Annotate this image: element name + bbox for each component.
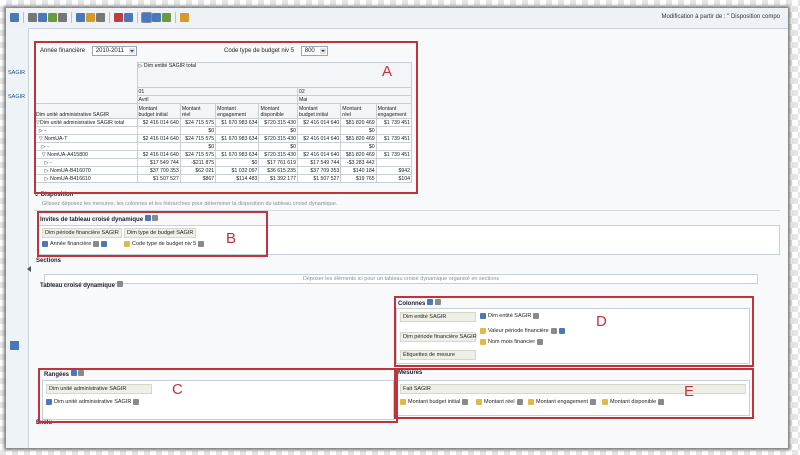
options-icon[interactable] bbox=[58, 13, 67, 22]
annotation-box-e bbox=[394, 368, 754, 419]
view-icon[interactable] bbox=[10, 13, 19, 22]
toolbar-icons bbox=[10, 12, 189, 23]
left-pane: SAGIR SAGIR bbox=[6, 28, 29, 448]
annotation-box-a bbox=[34, 41, 418, 194]
annotation-box-d bbox=[394, 296, 754, 367]
table-view-icon[interactable] bbox=[76, 13, 85, 22]
grid-icon[interactable] bbox=[114, 13, 123, 22]
left-pane-item[interactable]: SAGIR bbox=[8, 94, 25, 100]
annotation-letter-d: D bbox=[596, 313, 607, 330]
catalog-icon[interactable] bbox=[10, 341, 19, 350]
properties-icon[interactable] bbox=[96, 13, 105, 22]
annotation-letter-e: E bbox=[684, 383, 695, 400]
export-icon[interactable] bbox=[38, 13, 47, 22]
pivot-icon[interactable] bbox=[116, 281, 123, 287]
disposition-hint: Glissez déposez les mesures, les colonne… bbox=[42, 201, 338, 207]
annotation-box-c bbox=[38, 368, 398, 423]
chart-icon[interactable] bbox=[124, 13, 133, 22]
data-icon[interactable] bbox=[162, 13, 171, 22]
add-view-icon[interactable] bbox=[86, 13, 95, 22]
collapse-pane-icon[interactable] bbox=[27, 266, 31, 272]
pivot-layout-title: Tableau croisé dynamique bbox=[40, 281, 123, 289]
annotation-letter-b: B bbox=[226, 230, 237, 247]
print-icon[interactable] bbox=[28, 13, 37, 22]
left-pane-item[interactable]: SAGIR bbox=[8, 70, 25, 76]
screenshot-paper: Modification à partir de : " Disposition… bbox=[6, 8, 788, 448]
sections-dropzone[interactable]: Déposer les éléments ici pour un tableau… bbox=[44, 274, 758, 284]
refresh-icon[interactable] bbox=[48, 13, 57, 22]
annotation-letter-c: C bbox=[172, 381, 183, 398]
layout-icon[interactable] bbox=[141, 12, 152, 23]
toolbar: Modification à partir de : " Disposition… bbox=[6, 8, 788, 29]
sections-title: Sections bbox=[36, 258, 62, 264]
sort-icon[interactable] bbox=[152, 13, 161, 22]
annotation-letter-a: A bbox=[382, 63, 393, 80]
breadcrumb: Modification à partir de : " Disposition… bbox=[661, 14, 780, 20]
settings-icon[interactable] bbox=[180, 13, 189, 22]
